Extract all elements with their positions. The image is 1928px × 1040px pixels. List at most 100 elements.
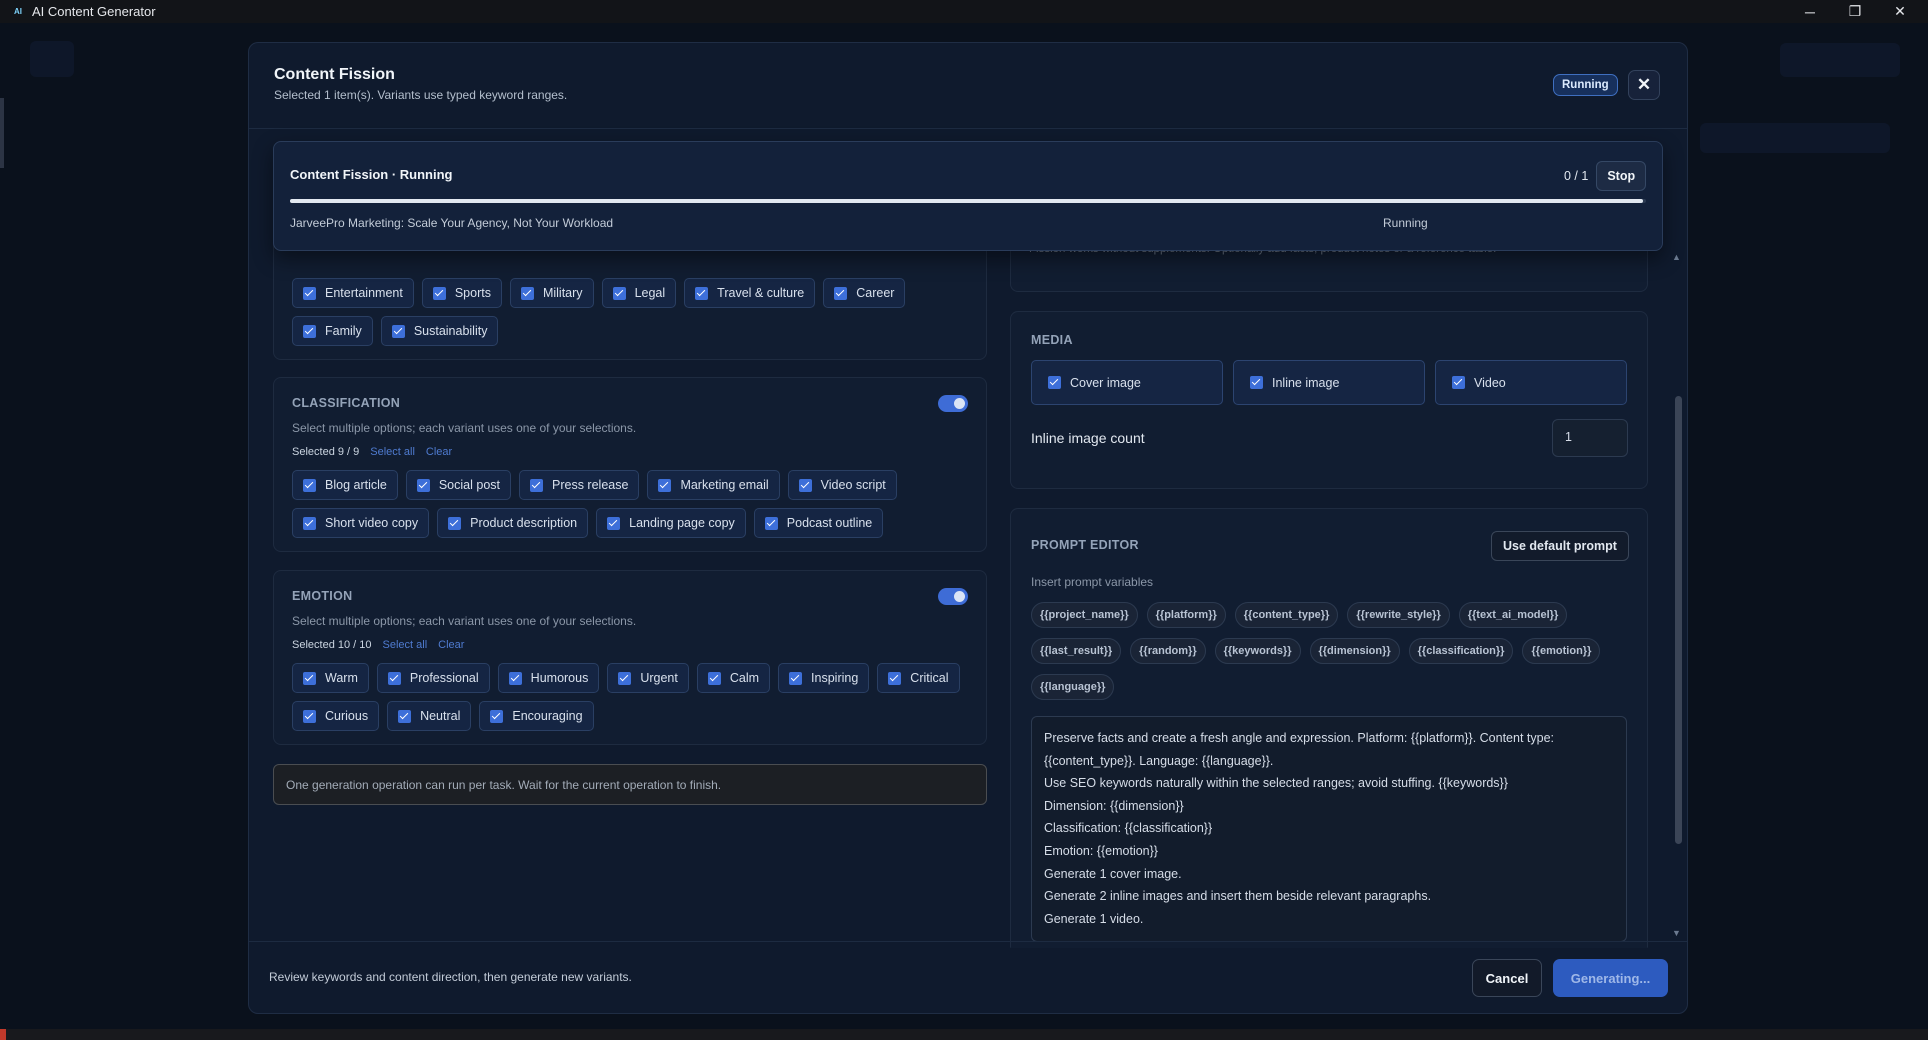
- stop-button[interactable]: Stop: [1596, 161, 1647, 191]
- use-default-prompt-button[interactable]: Use default prompt: [1491, 531, 1629, 561]
- dialog-subtitle: Selected 1 item(s). Variants use typed k…: [274, 88, 568, 102]
- inline-count-input[interactable]: 1: [1552, 419, 1628, 457]
- prompt-variable-chip[interactable]: {{language}}: [1031, 674, 1115, 700]
- emotion-chip-label: Warm: [325, 671, 358, 685]
- dimension-chip[interactable]: Entertainment: [292, 278, 414, 308]
- media-option[interactable]: Video: [1435, 360, 1627, 405]
- emotion-chip-label: Humorous: [530, 671, 589, 685]
- classification-toggle[interactable]: [938, 395, 968, 412]
- checkbox-checked-icon: [530, 478, 543, 492]
- emotion-chip-label: Curious: [325, 709, 369, 723]
- prompt-variable-chip[interactable]: {{platform}}: [1146, 602, 1226, 628]
- dimension-chip[interactable]: Family: [292, 316, 373, 346]
- classification-chip-label: Social post: [438, 478, 500, 492]
- checkbox-checked-icon: [303, 478, 316, 492]
- dimension-chip[interactable]: Military: [509, 278, 594, 308]
- checkbox-checked-icon: [391, 324, 405, 338]
- emotion-chip[interactable]: Humorous: [497, 663, 600, 693]
- classification-chip-label: Landing page copy: [629, 516, 735, 530]
- classification-chip[interactable]: Landing page copy: [596, 508, 746, 538]
- dimension-chip[interactable]: Sports: [421, 278, 502, 308]
- dialog-close-button[interactable]: ✕: [1628, 70, 1660, 100]
- dimension-chip[interactable]: Career: [823, 278, 906, 308]
- prompt-variable-chip[interactable]: {{last_result}}: [1031, 638, 1122, 664]
- prompt-line: Generate 1 video.: [1044, 911, 1144, 926]
- prompt-line: Generate 1 cover image.: [1044, 866, 1182, 881]
- dimension-chip[interactable]: Legal: [601, 278, 677, 308]
- emotion-chips: Warm Professional Humorous Urgent Calm Inspir…: [292, 663, 982, 731]
- cancel-button[interactable]: Cancel: [1472, 959, 1542, 997]
- dimension-chips: Entertainment Sports Military Legal Travel &…: [292, 278, 982, 346]
- checkbox-checked-icon: [303, 516, 316, 530]
- emotion-chip[interactable]: Neutral: [387, 701, 472, 731]
- prompt-variable-chip[interactable]: {{classification}}: [1408, 638, 1514, 664]
- taskbar: [0, 1029, 1928, 1040]
- classification-chip[interactable]: Marketing email: [647, 470, 780, 500]
- media-option[interactable]: Cover image: [1031, 360, 1223, 405]
- prompt-textarea[interactable]: Preserve facts and create a fresh angle …: [1031, 716, 1627, 942]
- dialog-title: Content Fission: [274, 66, 395, 83]
- checkbox-checked-icon: [612, 286, 626, 300]
- emotion-chip[interactable]: Calm: [696, 663, 771, 693]
- window-close-icon[interactable]: ✕: [1878, 0, 1922, 23]
- prompt-variable-chip[interactable]: {{random}}: [1130, 638, 1206, 664]
- prompt-variable-chip[interactable]: {{dimension}}: [1309, 638, 1400, 664]
- dimension-chip-label: Sports: [454, 286, 491, 300]
- checkbox-checked-icon: [798, 478, 812, 492]
- dimension-chip-label: Family: [325, 324, 362, 338]
- prompt-editor-title: PROMPT EDITOR: [1031, 538, 1139, 552]
- emotion-select-all[interactable]: Select all: [383, 639, 428, 651]
- checkbox-checked-icon: [1250, 376, 1263, 389]
- checkbox-checked-icon: [1048, 376, 1061, 389]
- progress-fill: [290, 199, 1644, 203]
- checkbox-checked-icon: [707, 671, 721, 685]
- emotion-chip[interactable]: Inspiring: [778, 663, 870, 693]
- prompt-variable-chip[interactable]: {{project_name}}: [1031, 602, 1138, 628]
- prompt-line: Emotion: {{emotion}}: [1044, 843, 1158, 858]
- scroll-up-icon[interactable]: ▲: [1672, 252, 1681, 262]
- emotion-chip[interactable]: Warm: [292, 663, 369, 693]
- classification-select-all[interactable]: Select all: [370, 446, 415, 458]
- minimize-icon[interactable]: ─: [1788, 0, 1832, 23]
- emotion-chip[interactable]: Critical: [877, 663, 960, 693]
- prompt-variable-chip[interactable]: {{text_ai_model}}: [1458, 602, 1568, 628]
- prompt-variable-chip[interactable]: {{keywords}}: [1214, 638, 1301, 664]
- classification-chip[interactable]: Blog article: [292, 470, 398, 500]
- classification-title: CLASSIFICATION: [292, 396, 401, 410]
- emotion-description: Select multiple options; each variant us…: [292, 614, 637, 628]
- prompt-variable-chip[interactable]: {{content_type}}: [1234, 602, 1339, 628]
- close-icon: ✕: [1636, 75, 1652, 94]
- classification-meta: Selected 9 / 9 Select all Clear: [292, 446, 452, 458]
- checkbox-checked-icon: [888, 671, 902, 685]
- classification-chip[interactable]: Short video copy: [292, 508, 430, 538]
- classification-description: Select multiple options; each variant us…: [292, 421, 637, 435]
- restore-icon[interactable]: ❐: [1833, 0, 1877, 23]
- checkbox-checked-icon: [303, 709, 316, 723]
- classification-clear[interactable]: Clear: [426, 446, 452, 458]
- classification-chip[interactable]: Product description: [437, 508, 589, 538]
- emotion-chip[interactable]: Urgent: [607, 663, 689, 693]
- checkbox-checked-icon: [618, 671, 632, 685]
- media-card: MEDIA Cover image Inline image Video Inlin…: [1010, 311, 1648, 489]
- checkbox-checked-icon: [764, 516, 778, 530]
- classification-chip[interactable]: Social post: [405, 470, 511, 500]
- window-titlebar: AI AI Content Generator ─ ❐ ✕: [0, 0, 1928, 23]
- checkbox-checked-icon: [303, 324, 316, 338]
- media-option[interactable]: Inline image: [1233, 360, 1425, 405]
- scroll-down-icon[interactable]: ▼: [1672, 928, 1681, 938]
- emotion-chip-label: Critical: [910, 671, 949, 685]
- emotion-chip[interactable]: Encouraging: [479, 701, 594, 731]
- dimension-chip[interactable]: Travel & culture: [684, 278, 816, 308]
- classification-chip[interactable]: Podcast outline: [753, 508, 884, 538]
- emotion-chip[interactable]: Professional: [376, 663, 490, 693]
- dialog-scrollbar[interactable]: [1675, 396, 1682, 844]
- generate-button[interactable]: Generating...: [1553, 959, 1668, 997]
- classification-chip[interactable]: Video script: [787, 470, 897, 500]
- classification-chip[interactable]: Press release: [519, 470, 640, 500]
- emotion-chip[interactable]: Curious: [292, 701, 380, 731]
- dimension-chip[interactable]: Sustainability: [380, 316, 499, 346]
- prompt-variable-chip[interactable]: {{emotion}}: [1522, 638, 1601, 664]
- emotion-toggle[interactable]: [938, 588, 968, 605]
- prompt-variable-chip[interactable]: {{rewrite_style}}: [1347, 602, 1450, 628]
- emotion-clear[interactable]: Clear: [438, 639, 464, 651]
